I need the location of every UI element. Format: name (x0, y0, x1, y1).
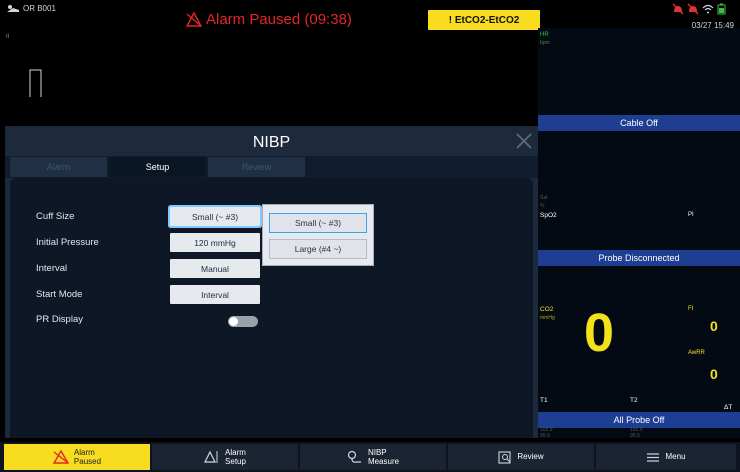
initial-pressure-select[interactable]: 120 mmHg (170, 233, 260, 252)
delta-t-label: ΔT (724, 404, 733, 411)
alarm-off-bell-icon (687, 3, 699, 15)
fi-label: FI (688, 306, 694, 312)
spo2-sub-sat: Sat (540, 195, 548, 201)
interval-select[interactable]: Manual (170, 259, 260, 278)
review-icon (498, 450, 511, 464)
t2-range: 102.9 95.0 (630, 427, 643, 439)
t1-label: T1 (540, 397, 548, 404)
nibp-cuff-icon (347, 450, 361, 463)
hr-unit: bpm (540, 40, 550, 46)
tab-alarm[interactable]: Alarm (10, 157, 107, 177)
alarm-paused-icon (186, 12, 202, 27)
nibp-measure-key-label: NIBP Measure (367, 447, 400, 466)
start-mode-select[interactable]: Interval (170, 285, 260, 304)
alarm-paused-button[interactable]: Alarm Paused (4, 444, 150, 470)
alarm-paused-icon (52, 450, 69, 464)
softkey-bar: Alarm Paused Alarm Setup NIBP Measure Re… (0, 442, 740, 472)
alarm-setup-icon (204, 450, 218, 463)
t2-label: T2 (630, 397, 638, 404)
initial-pressure-label: Initial Pressure (36, 237, 99, 248)
ecg-waveform (29, 69, 42, 97)
alarm-paused-banner[interactable]: Alarm Paused (09:38) (186, 11, 352, 28)
pr-display-toggle[interactable] (228, 316, 258, 327)
cuff-size-dropdown: Small (~ #3) Large (#4 ~) (262, 204, 374, 266)
bed-person-icon (7, 5, 19, 12)
alarm-setup-button[interactable]: Alarm Setup (152, 444, 298, 470)
option-large[interactable]: Large (#4 ~) (269, 239, 367, 259)
parameter-panel: HR bpm Cable Off Sat % SpO2 PI Probe Dis… (538, 28, 740, 438)
awrr-label: AwRR (688, 350, 705, 356)
waveform-area (0, 34, 538, 126)
technical-alarm-badge[interactable]: ! EtCO2-EtCO2 (428, 10, 540, 30)
tab-review[interactable]: Review (208, 157, 305, 177)
awrr-value: 0 (710, 366, 718, 382)
etco2-value: 0 (584, 303, 615, 363)
nibp-measure-button[interactable]: NIBP Measure (300, 444, 446, 470)
dialog-tabs: Alarm Setup Review (5, 156, 538, 178)
alarm-setup-key-label: Alarm Setup (225, 447, 246, 466)
alarm-off-bell-icon (672, 3, 684, 15)
hr-label: HR (540, 32, 549, 38)
wifi-icon (702, 4, 714, 14)
start-mode-label: Start Mode (36, 289, 83, 300)
all-probe-off-status: All Probe Off (538, 412, 740, 428)
nibp-dialog: NIBP Alarm Setup Review Cuff Size Small … (5, 126, 538, 438)
menu-icon (647, 452, 660, 462)
tab-setup[interactable]: Setup (109, 157, 206, 177)
probe-disconnected-status: Probe Disconnected (538, 250, 740, 266)
battery-icon (717, 3, 726, 15)
menu-key-label: Menu (665, 452, 686, 462)
review-key-label: Review (517, 452, 544, 462)
spo2-label: SpO2 (540, 212, 557, 219)
cable-off-status: Cable Off (538, 115, 740, 131)
bed-label: OR B001 (23, 4, 56, 13)
setup-panel: Cuff Size Small (~ #3) Initial Pressure … (10, 178, 533, 438)
status-icons (672, 3, 726, 15)
fi-value: 0 (710, 318, 718, 334)
review-button[interactable]: Review (448, 444, 594, 470)
pr-display-label: PR Display (36, 314, 83, 325)
bed-label-group: OR B001 (6, 4, 56, 13)
interval-label: Interval (36, 263, 68, 274)
cuff-size-select[interactable]: Small (~ #3) (170, 207, 260, 226)
spo2-sub-pct: % (540, 203, 545, 209)
cuff-size-label: Cuff Size (36, 211, 75, 222)
t1-range: 102.9 95.0 (540, 427, 553, 439)
dialog-title: NIBP (252, 134, 291, 151)
pi-label: PI (688, 212, 694, 218)
close-icon[interactable] (513, 130, 535, 152)
option-small[interactable]: Small (~ #3) (269, 213, 367, 233)
alarm-paused-key-label: Alarm Paused (73, 447, 102, 466)
toggle-knob (229, 317, 238, 326)
alarm-paused-text: Alarm Paused (09:38) (206, 11, 352, 28)
menu-button[interactable]: Menu (596, 444, 736, 470)
co2-unit: mmHg (540, 315, 555, 321)
co2-label: CO2 (540, 306, 554, 313)
